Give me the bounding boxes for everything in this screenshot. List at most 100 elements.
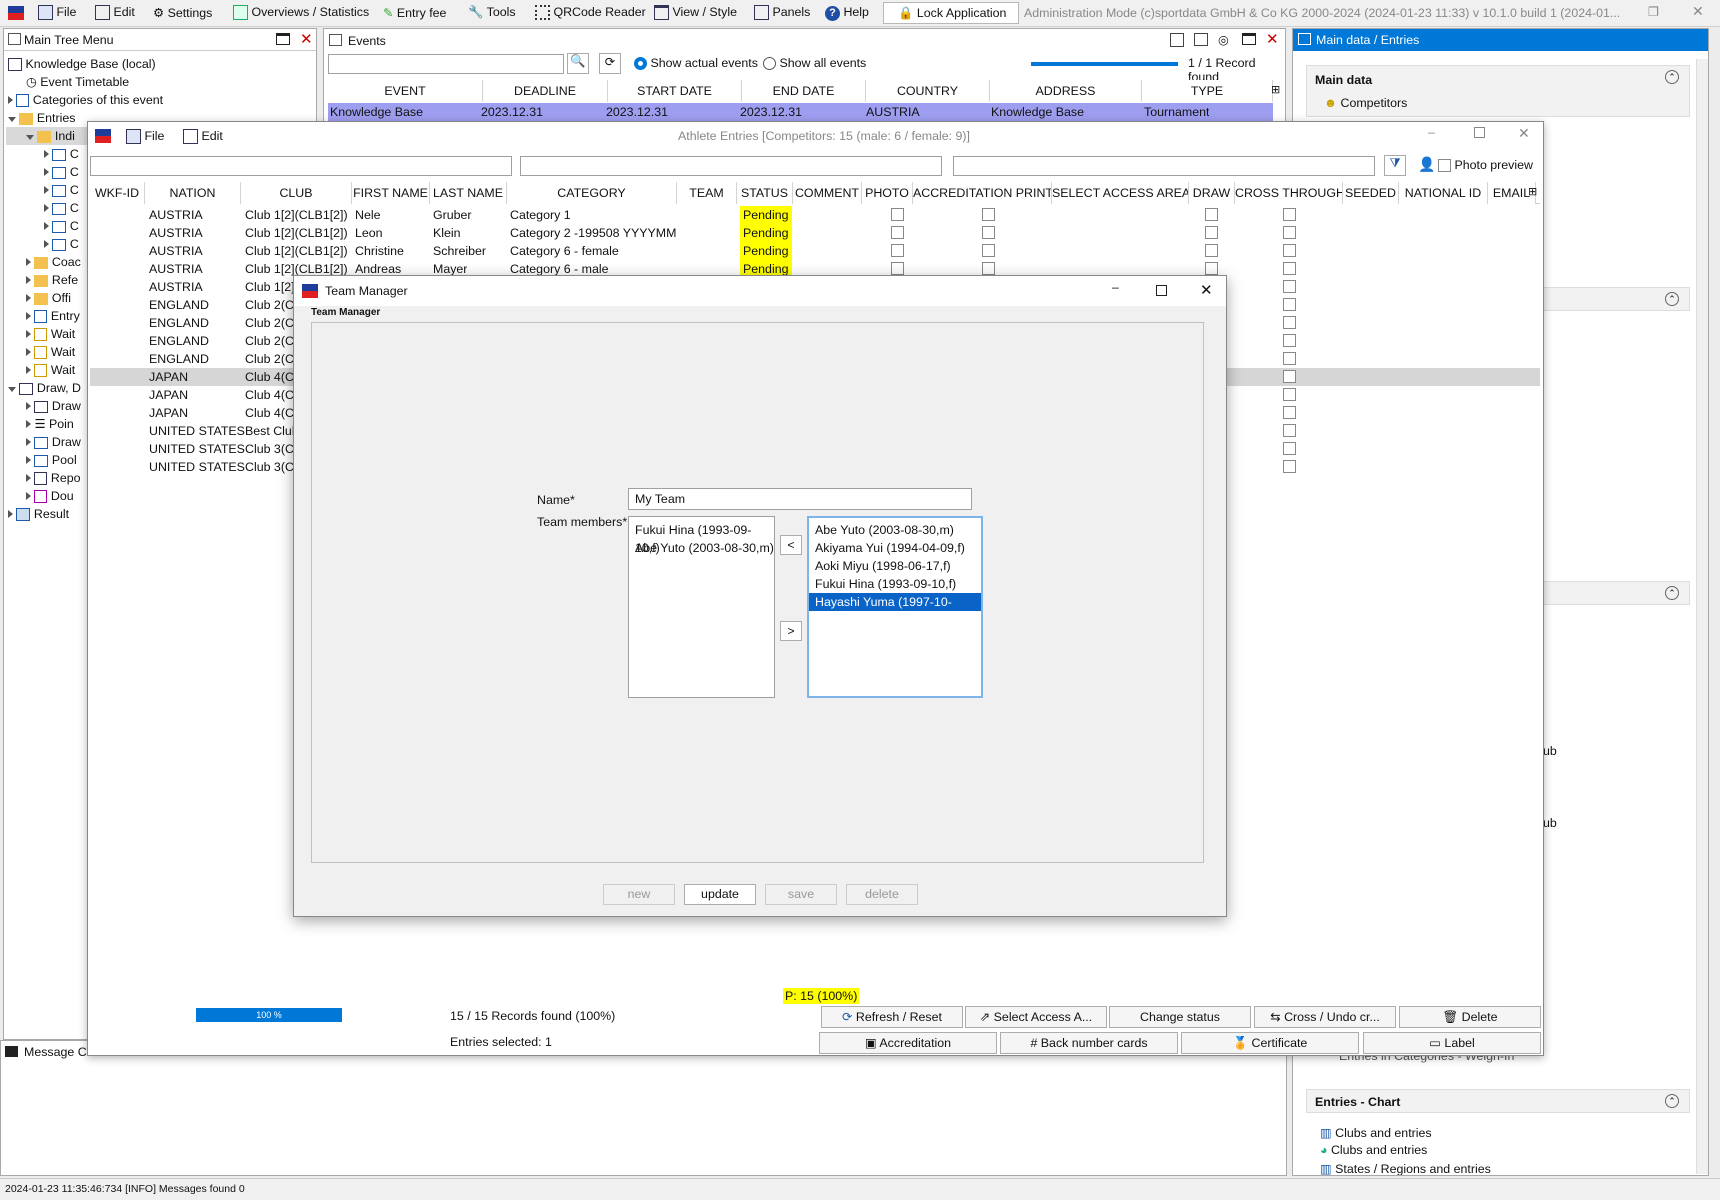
col-wkf-id[interactable]: WKF-ID	[90, 182, 145, 204]
accreditation-print-checkbox[interactable]	[982, 226, 995, 239]
list-item-selected[interactable]: Hayashi Yuma (1997-10-06,m)	[809, 593, 981, 627]
expand-icon[interactable]	[44, 186, 49, 194]
list-item[interactable]: Aoki Miyu (1998-06-17,f)	[809, 557, 981, 575]
chart-item[interactable]: ▥ States / Regions and entries	[1320, 1161, 1491, 1175]
team-name-input[interactable]: My Team	[628, 488, 972, 510]
tree-item-waiting[interactable]: Wait	[26, 343, 75, 361]
maximize-icon[interactable]	[276, 33, 290, 45]
cross-through-checkbox[interactable]	[1283, 442, 1296, 455]
tree-item-sub[interactable]: C	[44, 163, 79, 181]
tree-item-draw-sub[interactable]: Draw	[26, 433, 81, 451]
menu-settings[interactable]: ⚙ Settings	[153, 5, 212, 20]
tree-item-coaches[interactable]: Coac	[26, 253, 81, 271]
cross-through-checkbox[interactable]	[1283, 370, 1296, 383]
close-icon[interactable]: ✕	[1200, 281, 1213, 299]
club-item-fragment[interactable]: ub	[1543, 816, 1557, 830]
list-item[interactable]: Fukui Hina (1993-09-10,f)	[809, 575, 981, 593]
expand-icon[interactable]	[26, 438, 31, 446]
filter-input-1[interactable]	[90, 156, 512, 176]
collapse-section-icon[interactable]: ⌃	[1665, 292, 1679, 306]
expand-icon[interactable]	[26, 348, 31, 356]
menu-panels[interactable]: Panels	[754, 5, 810, 21]
cross-undo-button[interactable]: ⇆ Cross / Undo cr...	[1254, 1006, 1396, 1028]
menu-file[interactable]: File	[38, 5, 76, 21]
select-access-areas-button[interactable]: ⇗ Select Access A...	[965, 1006, 1107, 1028]
expand-icon[interactable]	[26, 294, 31, 302]
col-accreditation-print[interactable]: ACCREDITATION PRINT	[913, 182, 1052, 204]
show-all-events-radio[interactable]: Show all events	[763, 56, 866, 71]
col-country[interactable]: COUNTRY	[866, 80, 990, 102]
cross-through-checkbox[interactable]	[1283, 388, 1296, 401]
col-team[interactable]: TEAM	[677, 182, 737, 204]
col-comment[interactable]: COMMENT	[793, 182, 862, 204]
team-members-list[interactable]: Fukui Hina (1993-09-10,f) Abe Yuto (2003…	[628, 516, 775, 698]
maximize-icon[interactable]	[1474, 127, 1485, 138]
change-status-button[interactable]: Change status	[1109, 1006, 1251, 1028]
menu-qrcode[interactable]: QRCode Reader	[535, 5, 646, 21]
close-icon[interactable]: ✕	[1518, 125, 1530, 142]
menu-help[interactable]: ? Help	[825, 5, 869, 21]
list-item[interactable]: Abe Yuto (2003-08-30,m)	[629, 539, 774, 557]
expand-icon[interactable]	[26, 402, 31, 410]
close-icon[interactable]: ✕	[1266, 30, 1279, 48]
tree-item-categories[interactable]: Categories of this event	[8, 91, 163, 109]
col-national-id[interactable]: NATIONAL ID	[1399, 182, 1488, 204]
minimize-icon[interactable]: –	[1112, 280, 1119, 294]
new-button[interactable]: new	[603, 884, 675, 905]
save-button[interactable]: save	[765, 884, 837, 905]
menu-view-style[interactable]: View / Style	[654, 5, 737, 21]
cross-through-checkbox[interactable]	[1283, 460, 1296, 473]
menu-entry-fee[interactable]: ✎ Entry fee	[383, 5, 446, 20]
collapse-section-icon[interactable]: ⌃	[1665, 70, 1679, 84]
available-athletes-list[interactable]: Abe Yuto (2003-08-30,m) Akiyama Yui (199…	[807, 516, 983, 698]
photo-preview-checkbox[interactable]: Photo preview	[1438, 158, 1533, 173]
col-last-name[interactable]: LAST NAME	[430, 182, 507, 204]
tree-item-report[interactable]: Repo	[26, 469, 81, 487]
cross-through-checkbox[interactable]	[1283, 352, 1296, 365]
maximize-icon[interactable]	[1156, 285, 1167, 296]
accreditation-button[interactable]: ▣ Accreditation	[819, 1032, 997, 1054]
tree-item-points[interactable]: ☰ Poin	[26, 415, 74, 433]
col-start-date[interactable]: START DATE	[608, 80, 742, 102]
collapse-section-icon[interactable]: ⌃	[1665, 1094, 1679, 1108]
back-number-cards-button[interactable]: # Back number cards	[1000, 1032, 1178, 1054]
expand-icon[interactable]	[26, 312, 31, 320]
accreditation-print-checkbox[interactable]	[982, 262, 995, 275]
athlete-menu-edit[interactable]: Edit	[183, 129, 223, 145]
update-button[interactable]: update	[684, 884, 756, 905]
tree-item-officials[interactable]: Offi	[26, 289, 71, 307]
menu-edit[interactable]: Edit	[95, 5, 135, 21]
expand-icon[interactable]	[26, 474, 31, 482]
column-chooser-icon[interactable]: ⊞	[1528, 185, 1537, 198]
tree-item-result[interactable]: Result	[8, 505, 69, 523]
expand-icon[interactable]	[44, 204, 49, 212]
photo-checkbox[interactable]	[891, 262, 904, 275]
list-item[interactable]: Fukui Hina (1993-09-10,f)	[629, 521, 774, 555]
expand-icon[interactable]	[44, 240, 49, 248]
cross-through-checkbox[interactable]	[1283, 280, 1296, 293]
filter-input-3[interactable]	[953, 156, 1375, 176]
col-photo[interactable]: PHOTO	[862, 182, 913, 204]
folder-icon[interactable]	[1194, 33, 1208, 46]
expand-icon[interactable]	[26, 456, 31, 464]
tree-item-knowledge-base[interactable]: Knowledge Base (local)	[8, 55, 156, 73]
tree-item-draw-sub[interactable]: Draw	[26, 397, 81, 415]
col-first-name[interactable]: FIRST NAME	[352, 182, 430, 204]
col-end-date[interactable]: END DATE	[742, 80, 866, 102]
expand-icon[interactable]	[26, 258, 31, 266]
list-item[interactable]: Abe Yuto (2003-08-30,m)	[809, 521, 981, 539]
expand-icon[interactable]	[8, 96, 13, 104]
cross-through-checkbox[interactable]	[1283, 208, 1296, 221]
expand-icon[interactable]	[8, 510, 13, 518]
col-deadline[interactable]: DEADLINE	[483, 80, 608, 102]
sync-icon[interactable]: ⟳	[599, 53, 621, 74]
table-row[interactable]: AUSTRIA Club 1[2](CLB1[2]) Leon Klein Catego…	[90, 224, 1540, 242]
tree-item-entries[interactable]: Entries	[8, 109, 75, 127]
expand-icon[interactable]	[26, 420, 31, 428]
expand-icon[interactable]	[44, 222, 49, 230]
col-type[interactable]: TYPE	[1142, 80, 1273, 102]
collapse-icon[interactable]	[8, 387, 16, 392]
expand-icon[interactable]	[44, 150, 49, 158]
competitors-item[interactable]: ☻ Competitors	[1324, 96, 1407, 110]
lock-application-button[interactable]: 🔒 Lock Application	[883, 2, 1019, 24]
